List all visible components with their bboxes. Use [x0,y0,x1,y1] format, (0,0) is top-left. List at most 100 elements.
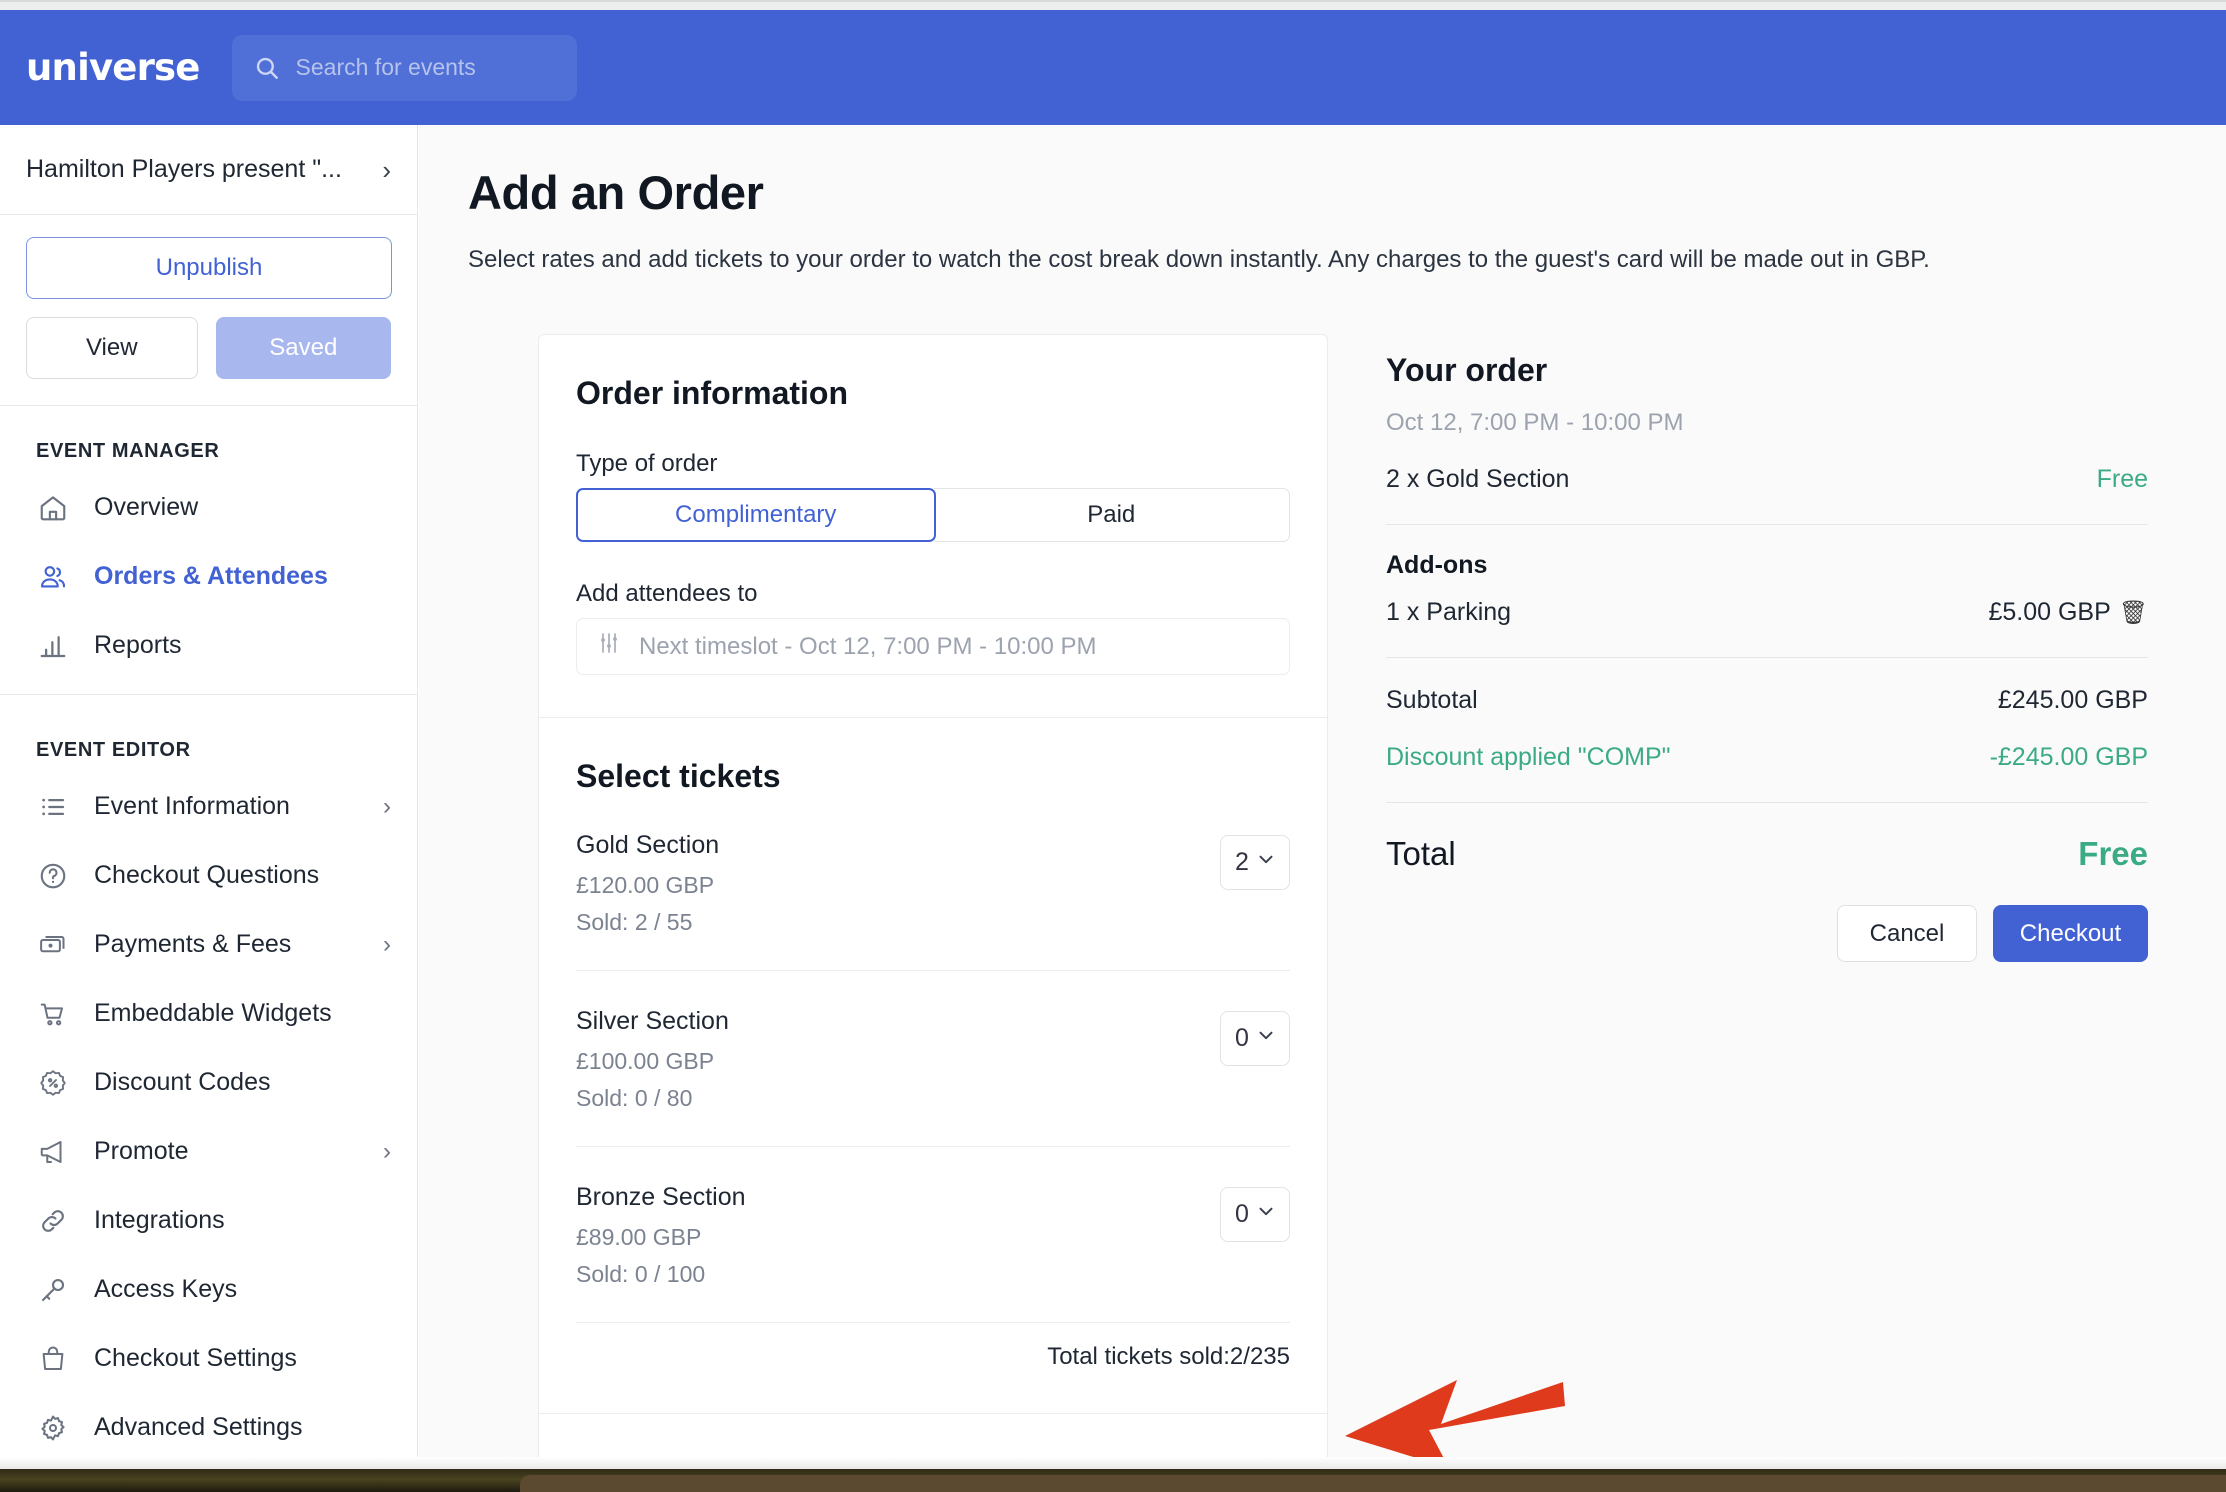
summary-addon-right: £5.00 GBP 🗑 [1988,598,2148,627]
chevron-right-icon[interactable]: › [383,931,391,959]
unpublish-button[interactable]: Unpublish [26,237,392,299]
ticket-info: Bronze Section £89.00 GBP Sold: 0 / 100 [576,1183,746,1288]
ticket-row: Silver Section £100.00 GBP Sold: 0 / 80 … [576,971,1290,1147]
trash-icon[interactable]: 🗑 [2119,599,2148,625]
checkout-button[interactable]: Checkout [1993,905,2148,962]
sidebar-item-advanced-settings[interactable]: Advanced Settings [0,1393,417,1462]
ticket-name: Gold Section [576,831,720,859]
summary-addon-line: 1 x Parking £5.00 GBP 🗑 [1386,598,2148,627]
sidebar-item-label: Promote [94,1137,189,1165]
sidebar-item-reports[interactable]: Reports [0,611,417,680]
sidebar-item-label: Discount Codes [94,1068,271,1096]
sidebar-item-access-keys[interactable]: Access Keys [0,1255,417,1324]
desktop-strip-lip [520,1475,2226,1492]
sidebar-group-event-manager: Overview Orders & Attendees Reports [0,473,417,705]
content-columns: Order information Type of order Complime… [419,274,2226,1469]
sliders-icon [597,631,621,662]
select-tickets-heading: Select tickets [576,758,781,794]
ticket-qty-select[interactable]: 0 [1220,1187,1290,1242]
list-icon [36,790,70,824]
key-icon [36,1273,70,1307]
bar-chart-icon [36,629,70,663]
question-circle-icon [36,859,70,893]
summary-addon-label: 1 x Parking [1386,598,1512,626]
total-tickets-sold: Total tickets sold:2/235 [1047,1343,1290,1370]
page-subtitle: Select rates and add tickets to your ord… [468,246,1930,273]
summary-ticket-label: 2 x Gold Section [1386,465,1570,493]
ticket-row: Bronze Section £89.00 GBP Sold: 0 / 100 … [576,1147,1290,1323]
desktop-background-strip [0,1469,2226,1492]
bag-icon [36,1342,70,1376]
sidebar-item-label: Checkout Settings [94,1344,297,1372]
chevron-right-icon[interactable]: › [383,1138,391,1166]
sidebar-item-overview[interactable]: Overview [0,473,417,542]
sidebar-item-promote[interactable]: Promote › [0,1117,417,1186]
window-bottom-edge [0,1457,2226,1469]
event-title-row[interactable]: Hamilton Players present "... › [0,125,417,215]
sidebar-group-event-editor: Event Information › Checkout Questions P… [0,772,417,1469]
summary-ticket-value: Free [2096,465,2148,493]
percent-badge-icon [36,1066,70,1100]
chevron-down-icon [1255,1200,1277,1229]
sidebar-item-checkout-questions[interactable]: Checkout Questions [0,841,417,910]
link-icon [36,1204,70,1238]
ticket-price: £120.00 GBP [576,872,715,898]
search-input[interactable]: Search for events [231,34,577,101]
sidebar-item-discount-codes[interactable]: Discount Codes [0,1048,417,1117]
ticket-sold: Sold: 2 / 55 [576,909,693,935]
cart-icon [36,997,70,1031]
chevron-right-icon[interactable]: › [383,793,391,821]
sidebar-item-event-information[interactable]: Event Information › [0,772,417,841]
sidebar-item-label: Advanced Settings [94,1413,303,1441]
cancel-button[interactable]: Cancel [1837,905,1977,962]
event-title: Hamilton Players present "... [26,155,342,183]
search-icon [254,55,280,81]
sidebar-item-integrations[interactable]: Integrations [0,1186,417,1255]
sidebar-item-label: Event Information [94,792,290,820]
ticket-qty-select[interactable]: 2 [1220,835,1290,890]
summary-heading: Your order [1386,352,1548,388]
type-option-paid[interactable]: Paid [933,488,1290,542]
megaphone-icon [36,1135,70,1169]
sidebar-actions: Unpublish View Saved [0,215,417,406]
sidebar-item-label: Checkout Questions [94,861,320,889]
sidebar-item-label: Orders & Attendees [94,562,328,590]
saved-button[interactable]: Saved [215,317,391,379]
summary-discount-line: Discount applied "COMP" -£245.00 GBP [1386,743,2148,772]
order-information-heading: Order information [576,375,849,411]
sidebar-item-payments-fees[interactable]: Payments & Fees › [0,910,417,979]
sidebar-group-heading-event-manager: EVENT MANAGER [36,440,220,462]
add-attendees-label: Add attendees to [576,580,758,607]
sidebar-item-label: Reports [94,631,182,659]
chevron-down-icon [1255,848,1277,877]
summary-subtotal-line: Subtotal £245.00 GBP [1386,686,2148,715]
summary-subtotal-value: £245.00 GBP [1997,686,2148,714]
ticket-sold: Sold: 0 / 80 [576,1085,693,1111]
browser-chrome-strip [0,0,2226,10]
ticket-qty-value: 2 [1235,848,1249,876]
ticket-qty-value: 0 [1235,1200,1249,1228]
chevron-right-icon[interactable]: › [382,157,391,183]
summary-ticket-line: 2 x Gold Section Free [1386,465,2148,494]
select-tickets-section: Select tickets Gold Section £120.00 GBP … [539,718,1327,1414]
ticket-qty-select[interactable]: 0 [1220,1011,1290,1066]
sidebar-item-orders-attendees[interactable]: Orders & Attendees [0,542,417,611]
ticket-name: Silver Section [576,1007,729,1035]
summary-total-line: Total Free [1386,835,2148,873]
sidebar-item-label: Integrations [94,1206,225,1234]
ticket-qty-value: 0 [1235,1024,1249,1052]
summary-addons-heading: Add-ons [1386,551,1488,579]
sidebar-divider [0,694,417,695]
universe-logo[interactable]: universe [26,46,200,89]
add-attendees-select[interactable]: Next timeslot - Oct 12, 7:00 PM - 10:00 … [576,618,1290,675]
view-button[interactable]: View [26,317,198,379]
sidebar-item-embeddable-widgets[interactable]: Embeddable Widgets [0,979,417,1048]
chevron-down-icon [1255,1024,1277,1053]
summary-divider [1386,802,2148,803]
sidebar-item-checkout-settings[interactable]: Checkout Settings [0,1324,417,1393]
type-option-complimentary[interactable]: Complimentary [576,488,936,542]
ticket-info: Gold Section £120.00 GBP Sold: 2 / 55 [576,831,719,936]
ticket-name: Bronze Section [576,1183,746,1211]
ticket-info: Silver Section £100.00 GBP Sold: 0 / 80 [576,1007,729,1112]
add-attendees-placeholder: Next timeslot - Oct 12, 7:00 PM - 10:00 … [639,632,1097,660]
